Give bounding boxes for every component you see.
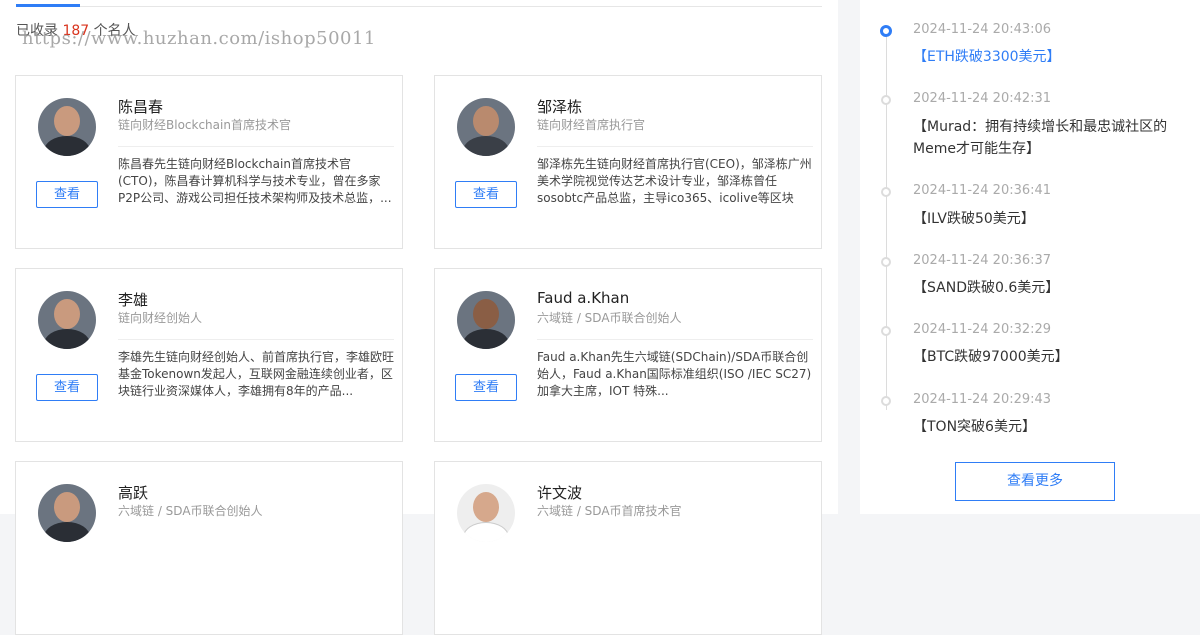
- person-card: 高跃 六域链 / SDA币联合创始人: [15, 461, 403, 635]
- person-name[interactable]: Faud a.Khan: [537, 289, 629, 307]
- news-item[interactable]: 【Murad：拥有持续增长和最忠诚社区的Meme才可能生存】: [913, 116, 1183, 160]
- tab-divider: [16, 6, 822, 7]
- divider: [118, 146, 394, 147]
- news-time: 2024-11-24 20:29:43: [913, 392, 1052, 407]
- person-description: 邹泽栋先生链向财经首席执行官(CEO)，邹泽栋广州美术学院视觉传达艺术设计专业，…: [537, 157, 812, 205]
- news-item[interactable]: 【ILV跌破50美元】: [913, 208, 1183, 230]
- timeline-line: [886, 30, 887, 410]
- divider: [118, 339, 394, 340]
- view-button[interactable]: 查看: [36, 181, 98, 208]
- news-time: 2024-11-24 20:43:06: [913, 22, 1052, 37]
- divider: [537, 339, 813, 340]
- person-card: 李雄 链向财经创始人 李雄先生链向财经创始人、前首席执行官，李雄欧旺基金Toke…: [15, 268, 403, 442]
- timeline-dot: [881, 187, 891, 197]
- person-name[interactable]: 高跃: [118, 482, 148, 503]
- news-time: 2024-11-24 20:32:29: [913, 322, 1052, 337]
- person-title: 链向财经创始人: [118, 311, 203, 325]
- timeline-dot: [881, 257, 891, 267]
- timeline-dot: [881, 326, 891, 336]
- news-item[interactable]: 【BTC跌破97000美元】: [913, 346, 1183, 368]
- news-item[interactable]: 【SAND跌破0.6美元】: [913, 277, 1183, 299]
- person-title: 链向财经首席执行官: [537, 118, 646, 132]
- news-time: 2024-11-24 20:42:31: [913, 91, 1052, 106]
- avatar: [457, 484, 515, 542]
- view-more-button[interactable]: 查看更多: [955, 462, 1115, 501]
- avatar: [457, 291, 515, 349]
- timeline-dot: [881, 95, 891, 105]
- avatar: [38, 484, 96, 542]
- avatar: [38, 291, 96, 349]
- news-item[interactable]: 【TON突破6美元】: [913, 416, 1183, 438]
- person-card: Faud a.Khan 六域链 / SDA币联合创始人 Faud a.Khan先…: [434, 268, 822, 442]
- active-tab-indicator: [16, 4, 80, 7]
- news-time: 2024-11-24 20:36:37: [913, 253, 1052, 268]
- view-button[interactable]: 查看: [455, 374, 517, 401]
- person-title: 六域链 / SDA币联合创始人: [118, 504, 263, 518]
- watermark-text: https://www.huzhan.com/ishop50011: [22, 28, 376, 49]
- view-button[interactable]: 查看: [455, 181, 517, 208]
- person-name[interactable]: 李雄: [118, 289, 148, 310]
- person-name[interactable]: 邹泽栋: [537, 96, 582, 117]
- divider: [537, 146, 813, 147]
- avatar: [457, 98, 515, 156]
- news-item[interactable]: 【ETH跌破3300美元】: [913, 46, 1183, 68]
- person-title: 六域链 / SDA币首席技术官: [537, 504, 682, 518]
- person-title: 链向财经Blockchain首席技术官: [118, 118, 291, 132]
- person-card: 许文波 六域链 / SDA币首席技术官: [434, 461, 822, 635]
- avatar: [38, 98, 96, 156]
- person-description: 李雄先生链向财经创始人、前首席执行官，李雄欧旺基金Tokenown发起人，互联网…: [118, 350, 394, 398]
- celebrity-list-panel: 已收录 187 个名人 https://www.huzhan.com/ishop…: [0, 0, 838, 635]
- timeline-dot: [881, 396, 891, 406]
- news-time: 2024-11-24 20:36:41: [913, 183, 1052, 198]
- person-description: 陈昌春先生链向财经Blockchain首席技术官(CTO)，陈昌春计算机科学与技…: [118, 157, 392, 205]
- person-title: 六域链 / SDA币联合创始人: [537, 311, 682, 325]
- timeline-dot-active: [880, 25, 892, 37]
- person-name[interactable]: 陈昌春: [118, 96, 163, 117]
- person-card: 邹泽栋 链向财经首席执行官 邹泽栋先生链向财经首席执行官(CEO)，邹泽栋广州美…: [434, 75, 822, 249]
- person-card: 陈昌春 链向财经Blockchain首席技术官 陈昌春先生链向财经Blockch…: [15, 75, 403, 249]
- view-button[interactable]: 查看: [36, 374, 98, 401]
- person-description: Faud a.Khan先生六域链(SDChain)/SDA币联合创始人，Faud…: [537, 350, 812, 398]
- person-name[interactable]: 许文波: [537, 482, 582, 503]
